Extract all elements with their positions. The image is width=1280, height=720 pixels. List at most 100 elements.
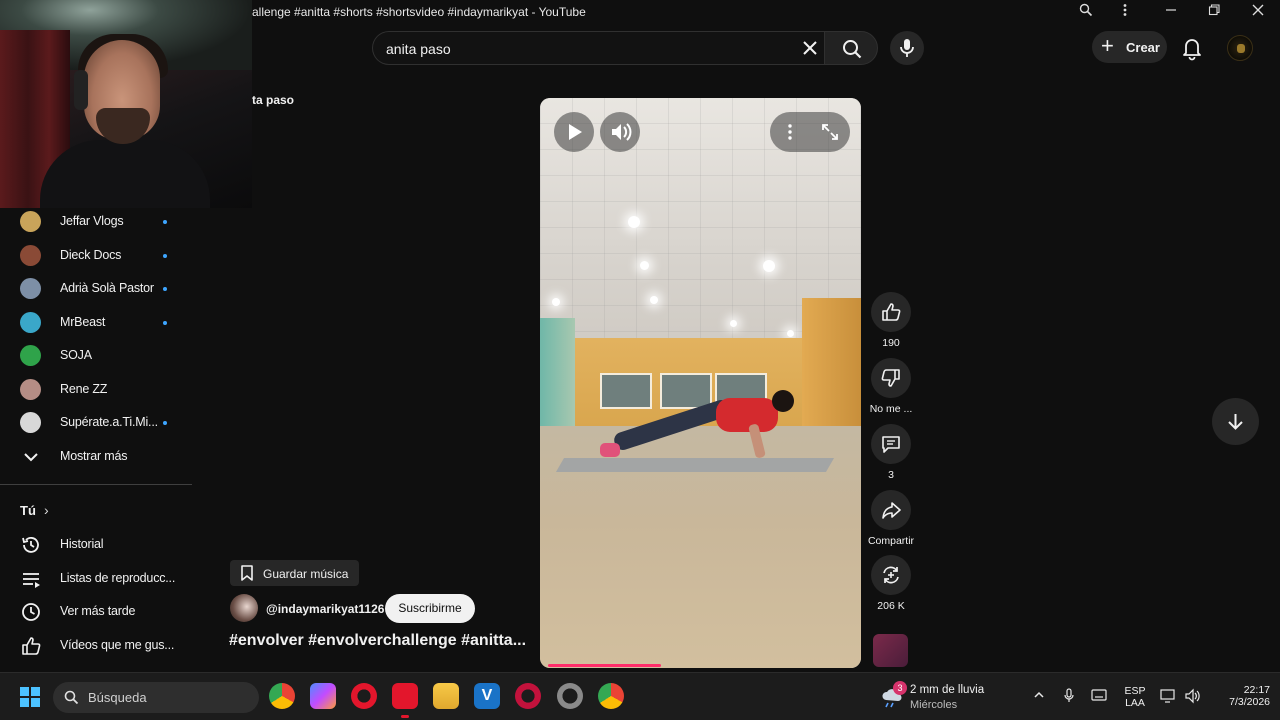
sidebar-item-label: Listas de reproducc... — [60, 571, 176, 585]
language-code: ESP — [1124, 685, 1146, 697]
subscription-label: Rene ZZ — [60, 382, 108, 396]
search-icon — [64, 690, 79, 705]
short-title[interactable]: #envolver #envolverchallenge #anitta... — [229, 632, 529, 650]
taskbar-search[interactable]: Búsqueda — [53, 682, 259, 713]
remix-icon — [883, 566, 899, 584]
microphone-icon — [900, 39, 914, 57]
chrome-icon[interactable] — [269, 683, 295, 709]
sidebar-subscription-rene-zz[interactable]: Rene ZZ — [0, 373, 190, 407]
sidebar-subscription-mrbeast[interactable]: MrBeast — [0, 306, 190, 340]
like-count: 190 — [882, 337, 900, 349]
sidebar-subscription-jeffar-vlogs[interactable]: Jeffar Vlogs — [0, 205, 190, 239]
notifications-bell-icon[interactable] — [1178, 34, 1206, 62]
clock-date: 7/3/2026 — [1229, 696, 1270, 708]
sidebar-item-watch-later[interactable]: Ver más tarde — [0, 595, 190, 629]
search-input[interactable] — [386, 38, 786, 60]
weather-badge: 3 — [893, 681, 907, 695]
video-progress-bar[interactable] — [548, 664, 661, 667]
sidebar-item-liked-videos[interactable]: Vídeos que me gus... — [0, 629, 190, 663]
channel-avatar — [20, 379, 41, 400]
playlists-icon — [23, 573, 40, 588]
clear-search-icon[interactable] — [798, 36, 822, 60]
create-label: Crear — [1126, 40, 1160, 55]
weather-summary: 2 mm de lluvia — [910, 684, 985, 696]
speaker-icon[interactable] — [1184, 688, 1202, 706]
save-music-button[interactable]: Guardar música — [230, 560, 359, 586]
show-more-button[interactable]: Mostrar más — [0, 440, 190, 474]
sidebar-item-label: Historial — [60, 537, 104, 551]
sidebar-item-label: Vídeos que me gus... — [60, 638, 175, 652]
chrome-profile-icon[interactable] — [598, 683, 624, 709]
fullscreen-icon[interactable] — [820, 122, 840, 142]
opera-icon[interactable] — [351, 683, 377, 709]
more-options-icon[interactable] — [780, 122, 800, 142]
account-avatar[interactable] — [1227, 35, 1253, 61]
sidebar-divider — [0, 484, 192, 485]
close-window-icon[interactable] — [1248, 3, 1268, 21]
clock[interactable]: 22:17 7/3/2026 — [1210, 684, 1270, 708]
vegas-icon[interactable]: V — [474, 683, 500, 709]
play-icon — [569, 124, 582, 140]
sidebar-subscription-dieck-docs[interactable]: Dieck Docs — [0, 239, 190, 273]
minimize-icon[interactable] — [1161, 3, 1181, 21]
restore-icon[interactable] — [1204, 3, 1224, 21]
file-explorer-icon[interactable] — [433, 683, 459, 709]
sidebar-item-label: Ver más tarde — [60, 604, 136, 618]
you-section-heading[interactable]: Tú — [20, 503, 36, 518]
channel-avatar — [20, 345, 41, 366]
play-button[interactable] — [554, 112, 594, 152]
microphone-tray-icon[interactable] — [1060, 688, 1078, 706]
new-content-dot — [163, 220, 167, 224]
search-box[interactable] — [372, 31, 824, 65]
show-hidden-icons-icon[interactable] — [1030, 688, 1048, 706]
remix-count: 206 K — [877, 600, 905, 612]
layout-code: LAA — [1125, 697, 1145, 709]
arrow-down-icon — [1228, 414, 1243, 430]
new-content-dot — [163, 421, 167, 425]
comment-icon — [882, 436, 900, 453]
input-language[interactable]: ESP LAA — [1122, 685, 1148, 709]
sound-thumbnail[interactable] — [873, 634, 908, 667]
channel-avatar[interactable] — [230, 594, 258, 622]
comment-count: 3 — [888, 469, 894, 481]
keyboard-tray-icon[interactable] — [1090, 688, 1108, 706]
sidebar-subscription-superate[interactable]: Supérate.a.Ti.Mi... — [0, 406, 190, 440]
plus-icon: + — [1101, 33, 1114, 58]
copilot-icon[interactable] — [310, 683, 336, 709]
subscribe-button[interactable]: Suscribirme — [385, 594, 475, 623]
thumbs-up-icon — [882, 303, 901, 321]
save-music-label: Guardar música — [263, 567, 349, 581]
zoom-icon[interactable] — [1076, 3, 1096, 21]
voice-search-button[interactable] — [890, 31, 924, 65]
opera-gx-icon[interactable] — [515, 683, 541, 709]
sidebar-item-history[interactable]: Historial — [0, 528, 190, 562]
create-button[interactable]: + Crear — [1092, 31, 1167, 63]
channel-avatar — [20, 278, 41, 299]
sidebar-subscription-adria-sola-pastor[interactable]: Adrià Solà Pastor — [0, 272, 190, 306]
new-content-dot — [163, 287, 167, 291]
network-icon[interactable] — [1160, 688, 1178, 706]
shorts-video-player[interactable] — [540, 98, 861, 668]
chevron-right-icon[interactable]: › — [44, 502, 49, 518]
youtube-app-icon[interactable] — [392, 683, 418, 709]
volume-icon — [612, 123, 632, 141]
search-icon — [843, 40, 862, 59]
thumbs-down-icon — [881, 369, 900, 387]
channel-avatar — [20, 245, 41, 266]
watch-later-icon — [22, 603, 40, 621]
search-button[interactable] — [824, 31, 878, 65]
sidebar-subscription-soja[interactable]: SOJA — [0, 339, 190, 373]
subscription-label: Dieck Docs — [60, 248, 122, 262]
windows-start-icon[interactable] — [20, 687, 40, 707]
sidebar-item-playlists[interactable]: Listas de reproducc... — [0, 562, 190, 596]
player-controls-pill — [770, 112, 850, 152]
history-icon — [22, 537, 39, 553]
volume-button[interactable] — [600, 112, 640, 152]
subscription-label: Jeffar Vlogs — [60, 214, 124, 228]
subscription-label: SOJA — [60, 348, 92, 362]
more-menu-icon[interactable] — [1115, 3, 1135, 21]
obs-icon[interactable] — [557, 683, 583, 709]
next-short-button[interactable] — [1212, 398, 1259, 445]
channel-name[interactable]: @indaymarikyat1126 — [266, 602, 384, 616]
weather-widget[interactable]: 3 2 mm de lluvia Miércoles — [880, 681, 1030, 713]
